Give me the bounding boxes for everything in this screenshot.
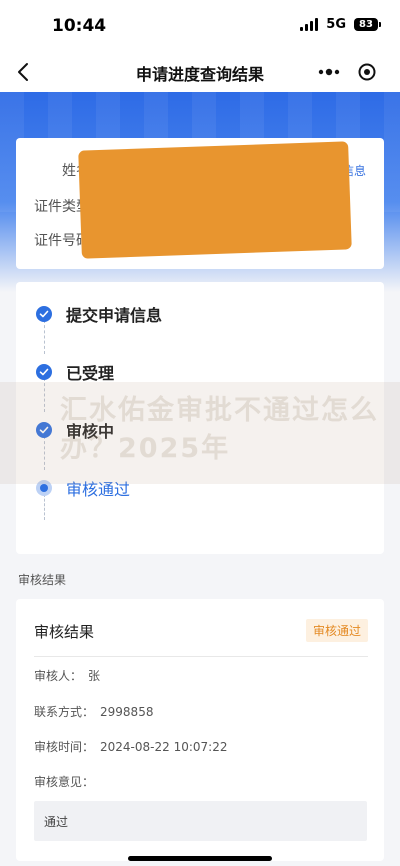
mini-program-capsule: [310, 58, 386, 86]
redaction-overlay: [78, 141, 352, 259]
opinion-box: 通过: [34, 801, 367, 841]
timeline-step: 已受理: [36, 360, 114, 384]
contact-row: 联系方式： 2998858: [34, 703, 153, 720]
review-time-row: 审核时间： 2024-08-22 10:07:22: [34, 738, 227, 755]
step-label: 已受理: [66, 364, 115, 383]
battery-icon: 83: [354, 18, 381, 31]
reviewer-label: 审核人：: [34, 669, 83, 683]
more-button[interactable]: [310, 58, 348, 86]
result-heading: 审核结果: [34, 623, 95, 641]
applicant-info-card: 姓名 证件类型 证件号码 查看申请信息: [16, 138, 384, 269]
network-type: 5G: [326, 17, 346, 32]
opinion-value: 通过: [44, 815, 69, 829]
signal-icon: [300, 18, 319, 31]
target-close-icon: [358, 63, 376, 81]
reviewer-row: 审核人： 张: [34, 667, 100, 684]
status-time: 10:44: [52, 16, 107, 36]
watermark-text: 汇水佑金审批不通过怎么办？2025年: [60, 395, 379, 464]
reviewer-value: 张: [88, 669, 101, 683]
status-bar: 10:44 5G 83: [0, 0, 400, 52]
more-dots-icon: [318, 68, 340, 76]
nav-bar: 申请进度查询结果: [0, 52, 400, 92]
timeline-step: 提交申请信息: [36, 302, 162, 326]
contact-label: 联系方式：: [34, 705, 95, 719]
step-label: 提交申请信息: [66, 306, 163, 325]
opinion-label: 审核意见：: [34, 775, 95, 789]
section-title: 审核结果: [18, 573, 67, 587]
review-result-card: 审核结果 审核通过 审核人： 张 联系方式： 2998858 审核时间： 2024-0…: [16, 599, 384, 861]
home-indicator: [128, 856, 272, 861]
check-icon: [36, 364, 52, 380]
divider: [34, 656, 368, 657]
contact-value: 2998858: [100, 705, 154, 719]
close-mini-program-button[interactable]: [348, 58, 386, 86]
review-time-value: 2024-08-22 10:07:22: [100, 740, 228, 754]
check-icon: [36, 306, 52, 322]
status-indicators: 5G 83: [300, 17, 381, 32]
review-time-label: 审核时间：: [34, 740, 95, 754]
opinion-row: 审核意见：: [34, 773, 94, 790]
status-badge: 审核通过: [305, 619, 368, 642]
